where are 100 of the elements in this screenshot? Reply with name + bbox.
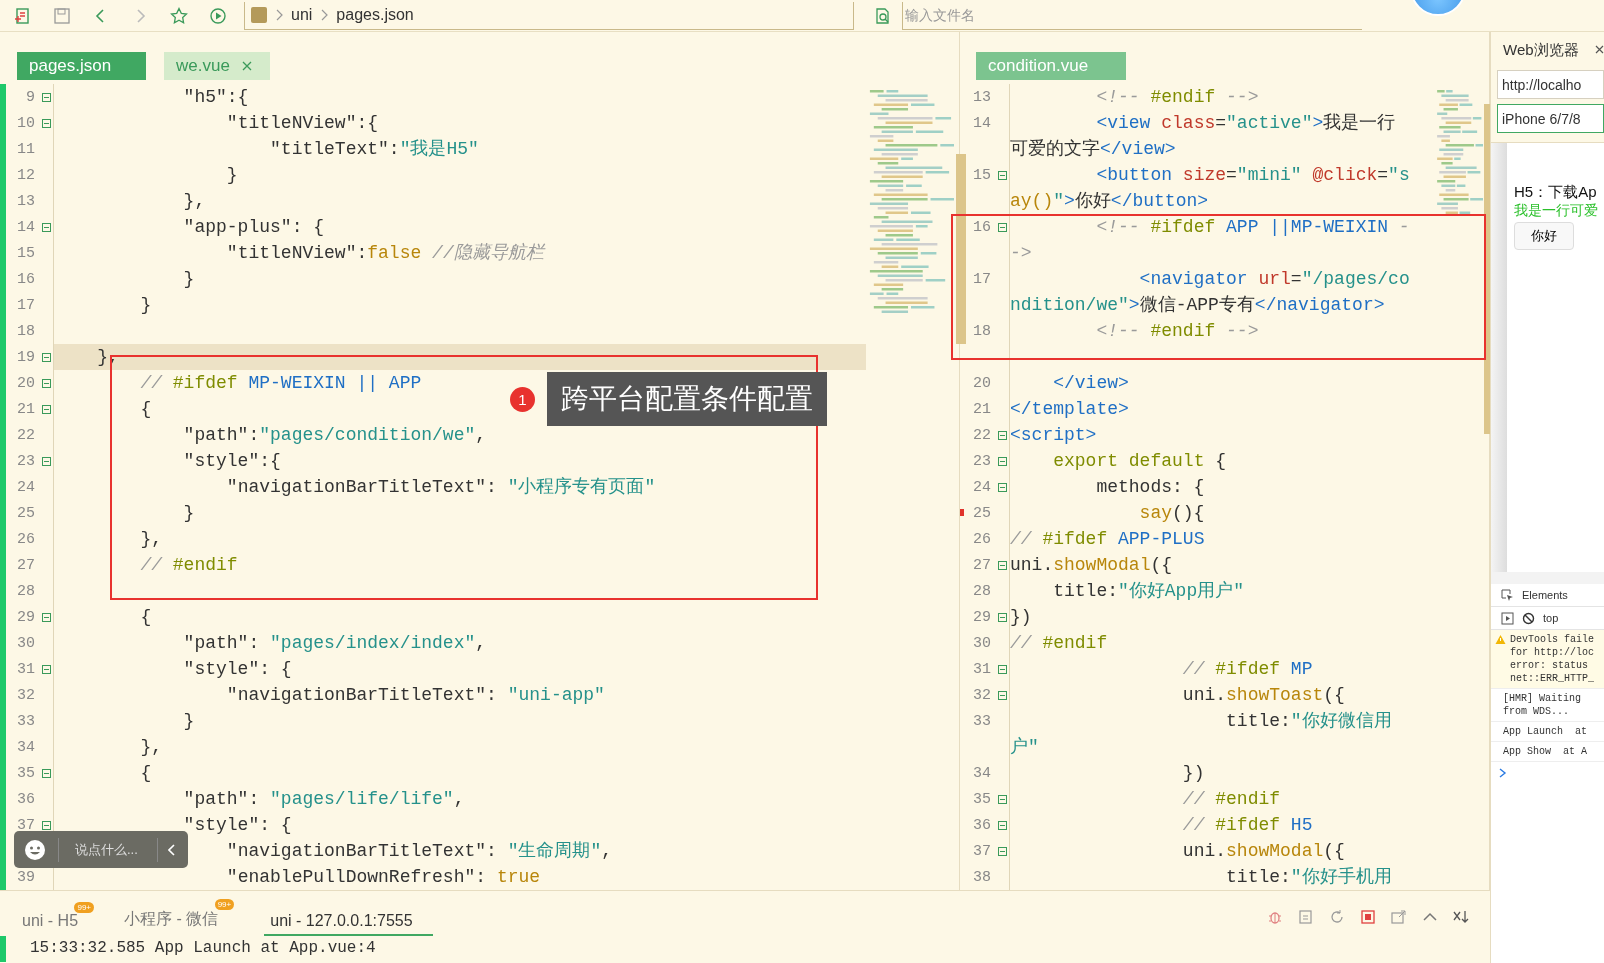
fold-icon[interactable] (41, 118, 51, 128)
url-field[interactable]: http://localho (1497, 70, 1604, 99)
code-line: } (140, 294, 152, 317)
code-line: ay()">你好</button> (1010, 190, 1209, 213)
line-number: 34 (17, 738, 35, 756)
search-field[interactable]: 输入文件名 (902, 1, 1362, 30)
code-line: -> (1010, 242, 1032, 265)
line-number: 22 (973, 426, 991, 444)
new-file-icon[interactable] (14, 6, 32, 25)
document-icon[interactable] (1297, 908, 1315, 927)
warning-icon (1495, 634, 1506, 645)
stop-icon[interactable] (1359, 908, 1377, 927)
fold-icon[interactable] (41, 352, 51, 362)
fold-icon[interactable] (997, 690, 1007, 700)
fold-icon[interactable] (41, 404, 51, 414)
fold-icon[interactable] (997, 430, 1007, 440)
code-line: } (183, 710, 195, 733)
code-line: // #endif (1010, 632, 1108, 655)
code-line: "navigationBarTitleText": "uni-app" (226, 684, 605, 707)
code-line: // #ifdef APP-PLUS (1010, 528, 1205, 551)
sidebar-toggle-icon[interactable] (1501, 611, 1514, 625)
line-number: 15 (973, 166, 991, 184)
code-line: uni.showModal({ (1010, 554, 1173, 577)
breakpoint-marker[interactable] (960, 509, 964, 516)
console-tab[interactable]: 小程序 - 微信 99+ (124, 899, 235, 937)
fold-icon[interactable] (997, 482, 1007, 492)
fold-icon[interactable] (41, 664, 51, 674)
line-number: 28 (973, 582, 991, 600)
chevron-icon[interactable] (168, 843, 176, 856)
code-line: // #endif (140, 554, 238, 577)
export-icon[interactable] (1390, 908, 1408, 927)
devtools-tab[interactable]: Elements (1522, 589, 1568, 601)
fold-icon[interactable] (997, 456, 1007, 466)
code-line: }) (1182, 762, 1205, 785)
fold-icon[interactable] (41, 92, 51, 102)
fold-icon[interactable] (997, 560, 1007, 570)
chat-bar[interactable]: 说点什么... (14, 831, 188, 868)
prompt-icon[interactable] (1499, 768, 1507, 778)
line-number: 16 (973, 218, 991, 236)
code-line: } (183, 502, 195, 525)
code-line: } (183, 268, 195, 291)
fold-icon[interactable] (997, 794, 1007, 804)
code-line: <!-- #endif --> (1096, 86, 1259, 109)
smiley-icon[interactable] (24, 838, 46, 861)
line-number: 20 (973, 374, 991, 392)
run-icon[interactable] (209, 6, 227, 25)
inspect-icon[interactable] (1501, 588, 1514, 602)
line-number: 32 (973, 686, 991, 704)
console-tab[interactable]: uni - 127.0.0.1:7555 (264, 912, 433, 937)
fold-icon[interactable] (41, 820, 51, 830)
line-number: 21 (17, 400, 35, 418)
block-icon[interactable] (1522, 611, 1535, 625)
preview-button[interactable]: 你好 (1514, 222, 1574, 250)
fold-icon[interactable] (997, 222, 1007, 232)
step-number: 1 (510, 387, 535, 412)
save-icon[interactable] (53, 6, 71, 25)
console-message: App Launch at (1503, 725, 1587, 738)
chevron-icon (320, 9, 329, 21)
panel-title: Web浏览器 (1503, 40, 1579, 60)
fold-icon[interactable] (997, 664, 1007, 674)
fold-icon[interactable] (997, 820, 1007, 830)
device-select[interactable]: iPhone 6/7/8 (1497, 104, 1604, 133)
scrollbar-thumb[interactable] (956, 154, 966, 344)
line-number: 17 (17, 296, 35, 314)
code-line: </view> (1053, 372, 1129, 395)
line-number: 19 (17, 348, 35, 366)
fold-icon[interactable] (41, 612, 51, 622)
context-select[interactable]: top (1543, 612, 1559, 624)
star-icon[interactable] (170, 6, 188, 25)
fold-icon[interactable] (41, 456, 51, 466)
code-line: title:"你好App用户" (1053, 580, 1245, 603)
scrollbar-thumb[interactable] (1484, 104, 1490, 434)
console-tab[interactable]: uni - H5 99+ (22, 902, 95, 937)
breadcrumb-item[interactable]: pages.json (336, 6, 414, 24)
line-number: 20 (17, 374, 35, 392)
fold-icon[interactable] (41, 378, 51, 388)
fold-icon[interactable] (41, 222, 51, 232)
code-line: title:"你好手机用 (1226, 866, 1392, 889)
code-line: }) (1010, 606, 1032, 629)
line-number: 30 (973, 634, 991, 652)
line-number: 22 (17, 426, 35, 444)
line-number: 17 (973, 270, 991, 288)
line-number: 38 (973, 868, 991, 886)
code-line: "path": "pages/index/index", (183, 632, 487, 655)
code-line: <!-- #endif --> (1096, 320, 1259, 343)
fold-icon[interactable] (997, 612, 1007, 622)
code-line: 户" (1010, 736, 1039, 759)
line-number: 33 (973, 712, 991, 730)
fold-icon[interactable] (41, 768, 51, 778)
line-number: 25 (973, 504, 991, 522)
fold-icon[interactable] (997, 846, 1007, 856)
close-icon[interactable] (1595, 45, 1604, 54)
breadcrumb-item[interactable]: uni (291, 6, 313, 24)
fold-icon[interactable] (997, 170, 1007, 180)
code-line: "style": { (183, 658, 292, 681)
code-line: "navigationBarTitleText": "生命周期", (226, 840, 613, 863)
code-line: { (140, 762, 152, 785)
comment-field[interactable]: 说点什么... (58, 837, 158, 862)
code-line: "h5":{ (183, 86, 249, 109)
line-number: 15 (17, 244, 35, 262)
